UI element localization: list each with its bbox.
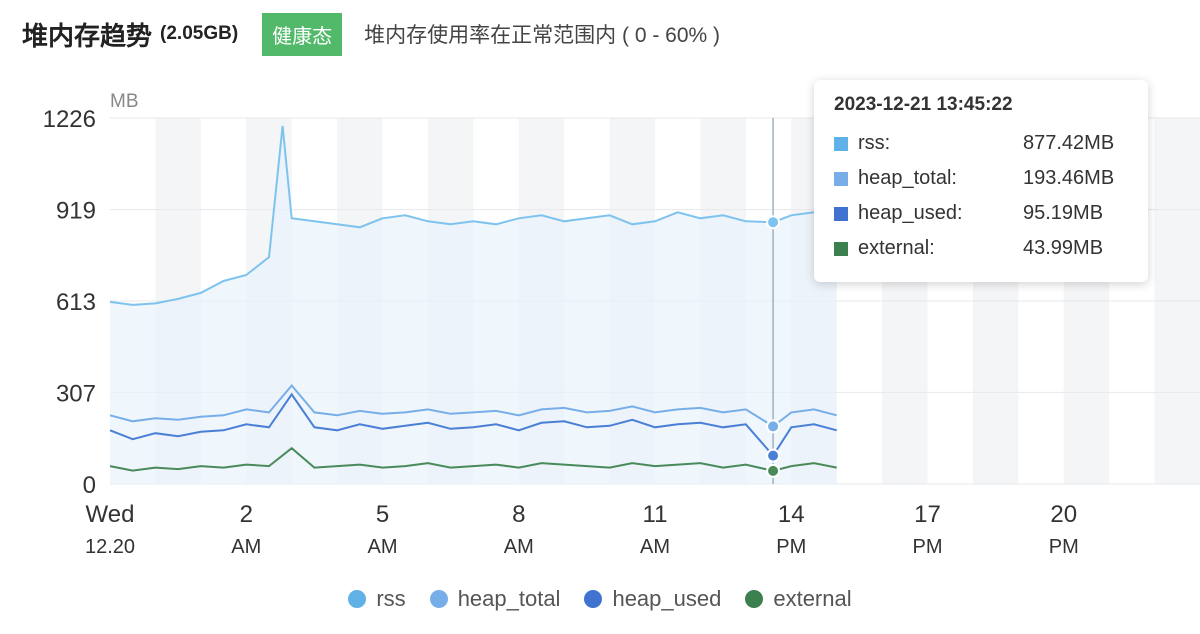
x-tick-label: Wed bbox=[86, 501, 135, 528]
x-tick-sublabel: AM bbox=[368, 536, 398, 558]
legend-dot bbox=[584, 590, 603, 608]
x-tick-label: 14 bbox=[778, 501, 805, 528]
y-tick-label: 1226 bbox=[43, 106, 96, 133]
x-tick-label: 8 bbox=[512, 501, 525, 528]
tooltip-row: heap_used: 95.19MB bbox=[834, 196, 1128, 231]
tooltip-swatch bbox=[834, 241, 848, 256]
chart-legend: rss heap_total heap_used external bbox=[0, 586, 1200, 612]
legend-item-heap_used[interactable]: heap_used bbox=[584, 586, 721, 612]
tooltip-series-name: heap_total: bbox=[858, 167, 957, 189]
legend-label: external bbox=[773, 586, 852, 611]
legend-dot bbox=[348, 590, 367, 608]
tooltip-series-name: rss: bbox=[858, 132, 891, 154]
legend-label: heap_used bbox=[612, 586, 722, 611]
x-tick-sublabel: AM bbox=[504, 536, 534, 558]
x-tick-sublabel: PM bbox=[1049, 536, 1079, 558]
y-tick-label: 919 bbox=[56, 198, 96, 225]
tooltip-series-name: heap_used: bbox=[858, 202, 963, 224]
y-tick-label: 613 bbox=[56, 289, 96, 316]
x-tick-label: 2 bbox=[240, 501, 253, 528]
tooltip-row: rss: 877.42MB bbox=[834, 126, 1128, 161]
x-tick-label: 5 bbox=[376, 501, 389, 528]
legend-label: heap_total bbox=[457, 586, 561, 611]
legend-item-heap_total[interactable]: heap_total bbox=[429, 586, 561, 612]
tooltip-swatch bbox=[834, 136, 848, 151]
tooltip-swatch bbox=[834, 206, 848, 221]
hover-tooltip: 2023-12-21 13:45:22 rss: 877.42MB heap_tot… bbox=[814, 80, 1148, 282]
x-tick-sublabel: AM bbox=[640, 536, 670, 558]
y-tick-label: 0 bbox=[83, 472, 96, 499]
legend-dot bbox=[429, 590, 448, 608]
x-tick-label: 11 bbox=[643, 501, 668, 528]
tooltip-series-name: external: bbox=[858, 237, 935, 259]
tooltip-series-value: 877.42MB bbox=[1023, 132, 1115, 154]
hover-dot-external bbox=[766, 463, 781, 478]
legend-dot bbox=[745, 590, 764, 608]
legend-label: rss bbox=[376, 586, 406, 611]
x-tick-sublabel: 12.20 bbox=[85, 536, 135, 558]
x-tick-sublabel: AM bbox=[231, 536, 261, 558]
x-tick-label: 17 bbox=[914, 501, 941, 528]
y-axis-unit: MB bbox=[110, 91, 139, 112]
hover-dot-rss bbox=[766, 215, 781, 230]
tooltip-rows: rss: 877.42MB heap_total: 193.46MB heap_used… bbox=[834, 126, 1128, 266]
tooltip-time: 2023-12-21 13:45:22 bbox=[834, 94, 1013, 115]
tooltip-series-value: 193.46MB bbox=[1023, 167, 1115, 189]
tooltip-series-value: 43.99MB bbox=[1023, 237, 1104, 259]
x-tick-label: 20 bbox=[1050, 501, 1077, 528]
y-tick-label: 307 bbox=[56, 380, 96, 407]
legend-item-external[interactable]: external bbox=[745, 586, 852, 612]
legend-item-rss[interactable]: rss bbox=[348, 586, 406, 612]
x-tick-sublabel: PM bbox=[913, 536, 943, 558]
hover-dot-heap_total bbox=[766, 419, 781, 434]
tooltip-row: heap_total: 193.46MB bbox=[834, 161, 1128, 196]
tooltip-row: external: 43.99MB bbox=[834, 231, 1128, 266]
x-tick-sublabel: PM bbox=[776, 536, 806, 558]
tooltip-swatch bbox=[834, 171, 848, 186]
tooltip-series-value: 95.19MB bbox=[1023, 202, 1104, 224]
hover-dot-heap_used bbox=[766, 448, 781, 463]
